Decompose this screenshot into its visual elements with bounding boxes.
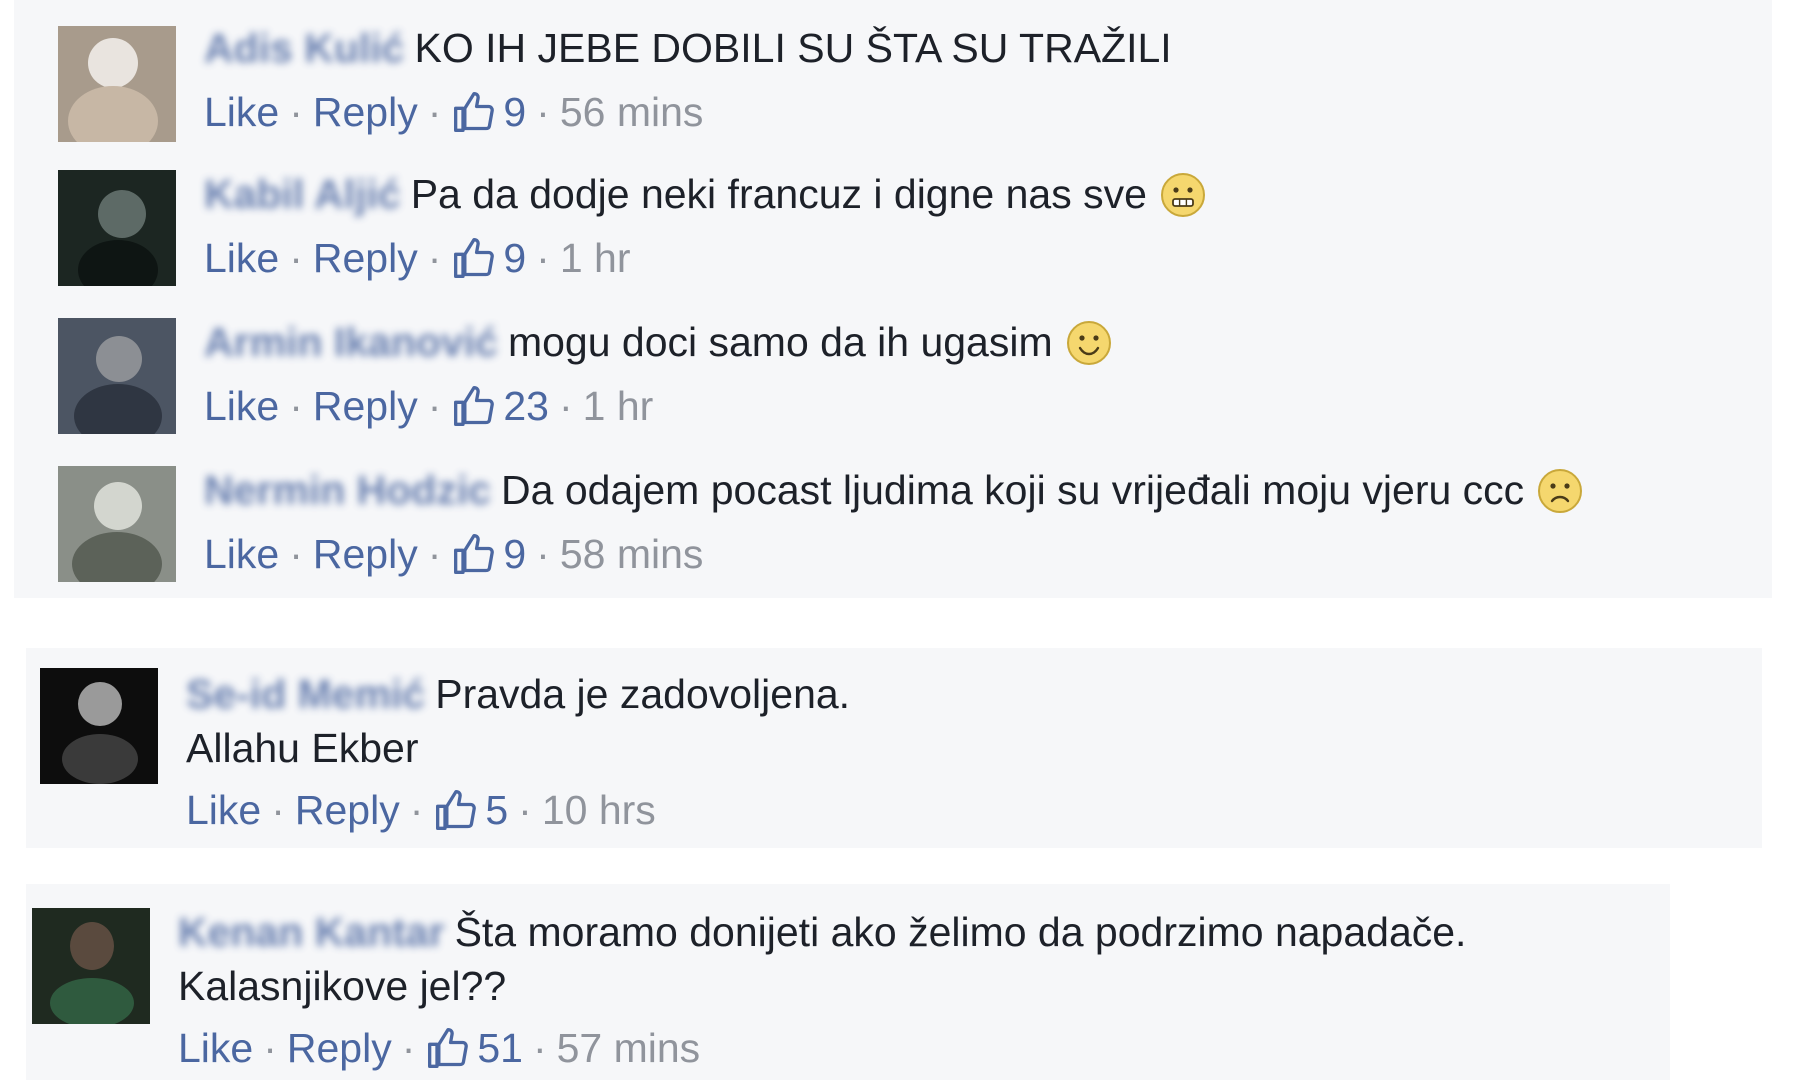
avatar[interactable] — [58, 318, 176, 434]
separator: · — [536, 531, 550, 577]
smile-emoji-icon — [1065, 319, 1113, 367]
reply-button[interactable]: Reply — [313, 234, 418, 282]
comment-author[interactable]: Adis Kulić — [204, 25, 404, 71]
like-count[interactable]: 9 — [503, 234, 526, 282]
separator: · — [427, 383, 442, 429]
like-button[interactable]: Like — [204, 382, 279, 430]
separator: · — [518, 787, 532, 833]
separator: · — [558, 383, 573, 429]
comment-text: mogu doci samo da ih ugasim — [507, 319, 1053, 365]
comment-text: KO IH JEBE DOBILI SU ŠTA SU TRAŽILI — [414, 25, 1172, 71]
separator: · — [271, 787, 285, 833]
comment-text: Šta moramo donijeti ako želimo da podrzi… — [454, 909, 1467, 955]
separator: · — [427, 89, 442, 135]
separator: · — [427, 235, 442, 281]
separator: · — [401, 1025, 416, 1071]
reply-button[interactable]: Reply — [313, 530, 418, 578]
separator: · — [289, 531, 303, 577]
comment-author[interactable]: Kabil Aljić — [204, 171, 401, 217]
reply-button[interactable]: Reply — [295, 786, 400, 834]
comment-author[interactable]: Armin Ikanović — [204, 319, 498, 365]
like-button[interactable]: Like — [204, 234, 279, 282]
avatar[interactable] — [40, 668, 158, 784]
comment-text-line: Kalasnjikove jel?? — [178, 963, 507, 1009]
comment-text: Pravda je zadovoljena. — [435, 671, 851, 717]
like-button[interactable]: Like — [204, 88, 279, 136]
separator: · — [536, 235, 550, 281]
avatar[interactable] — [58, 170, 176, 286]
separator: · — [263, 1025, 277, 1071]
thumbs-up-icon[interactable] — [433, 788, 479, 832]
timestamp[interactable]: 57 mins — [557, 1024, 701, 1072]
like-count[interactable]: 9 — [503, 88, 526, 136]
comment-text: Da odajem pocast ljudima koji su vrijeđa… — [501, 467, 1525, 513]
separator: · — [532, 1025, 547, 1071]
like-button[interactable]: Like — [204, 530, 279, 578]
timestamp[interactable]: 56 mins — [560, 88, 704, 136]
timestamp[interactable]: 10 hrs — [542, 786, 656, 834]
like-count[interactable]: 51 — [477, 1024, 523, 1072]
separator: · — [289, 235, 303, 281]
separator: · — [427, 531, 442, 577]
separator: · — [289, 89, 303, 135]
reply-button[interactable]: Reply — [287, 1024, 392, 1072]
like-count[interactable]: 23 — [503, 382, 549, 430]
grimace-emoji-icon — [1159, 171, 1207, 219]
timestamp[interactable]: 1 hr — [560, 234, 631, 282]
comment-text-line: Allahu Ekber — [186, 725, 419, 771]
avatar[interactable] — [58, 466, 176, 582]
comment-author[interactable]: Kenan Kantar — [178, 909, 445, 955]
separator: · — [409, 787, 424, 833]
frown-emoji-icon — [1536, 467, 1584, 515]
thumbs-up-icon[interactable] — [451, 236, 497, 280]
like-count[interactable]: 9 — [503, 530, 526, 578]
separator: · — [289, 383, 303, 429]
thumbs-up-icon[interactable] — [451, 90, 497, 134]
comment-author[interactable]: Nermin Hodzic — [204, 467, 491, 513]
like-button[interactable]: Like — [178, 1024, 253, 1072]
like-count[interactable]: 5 — [485, 786, 508, 834]
avatar[interactable] — [32, 908, 150, 1024]
timestamp[interactable]: 1 hr — [583, 382, 654, 430]
like-button[interactable]: Like — [186, 786, 261, 834]
reply-button[interactable]: Reply — [313, 382, 418, 430]
timestamp[interactable]: 58 mins — [560, 530, 704, 578]
comment-author[interactable]: Se-id Memić — [186, 671, 425, 717]
reply-button[interactable]: Reply — [313, 88, 418, 136]
thumbs-up-icon[interactable] — [451, 532, 497, 576]
avatar[interactable] — [58, 26, 176, 142]
comment-text: Pa da dodje neki francuz i digne nas sve — [410, 171, 1147, 217]
thumbs-up-icon[interactable] — [451, 384, 497, 428]
separator: · — [536, 89, 550, 135]
thumbs-up-icon[interactable] — [425, 1026, 471, 1070]
